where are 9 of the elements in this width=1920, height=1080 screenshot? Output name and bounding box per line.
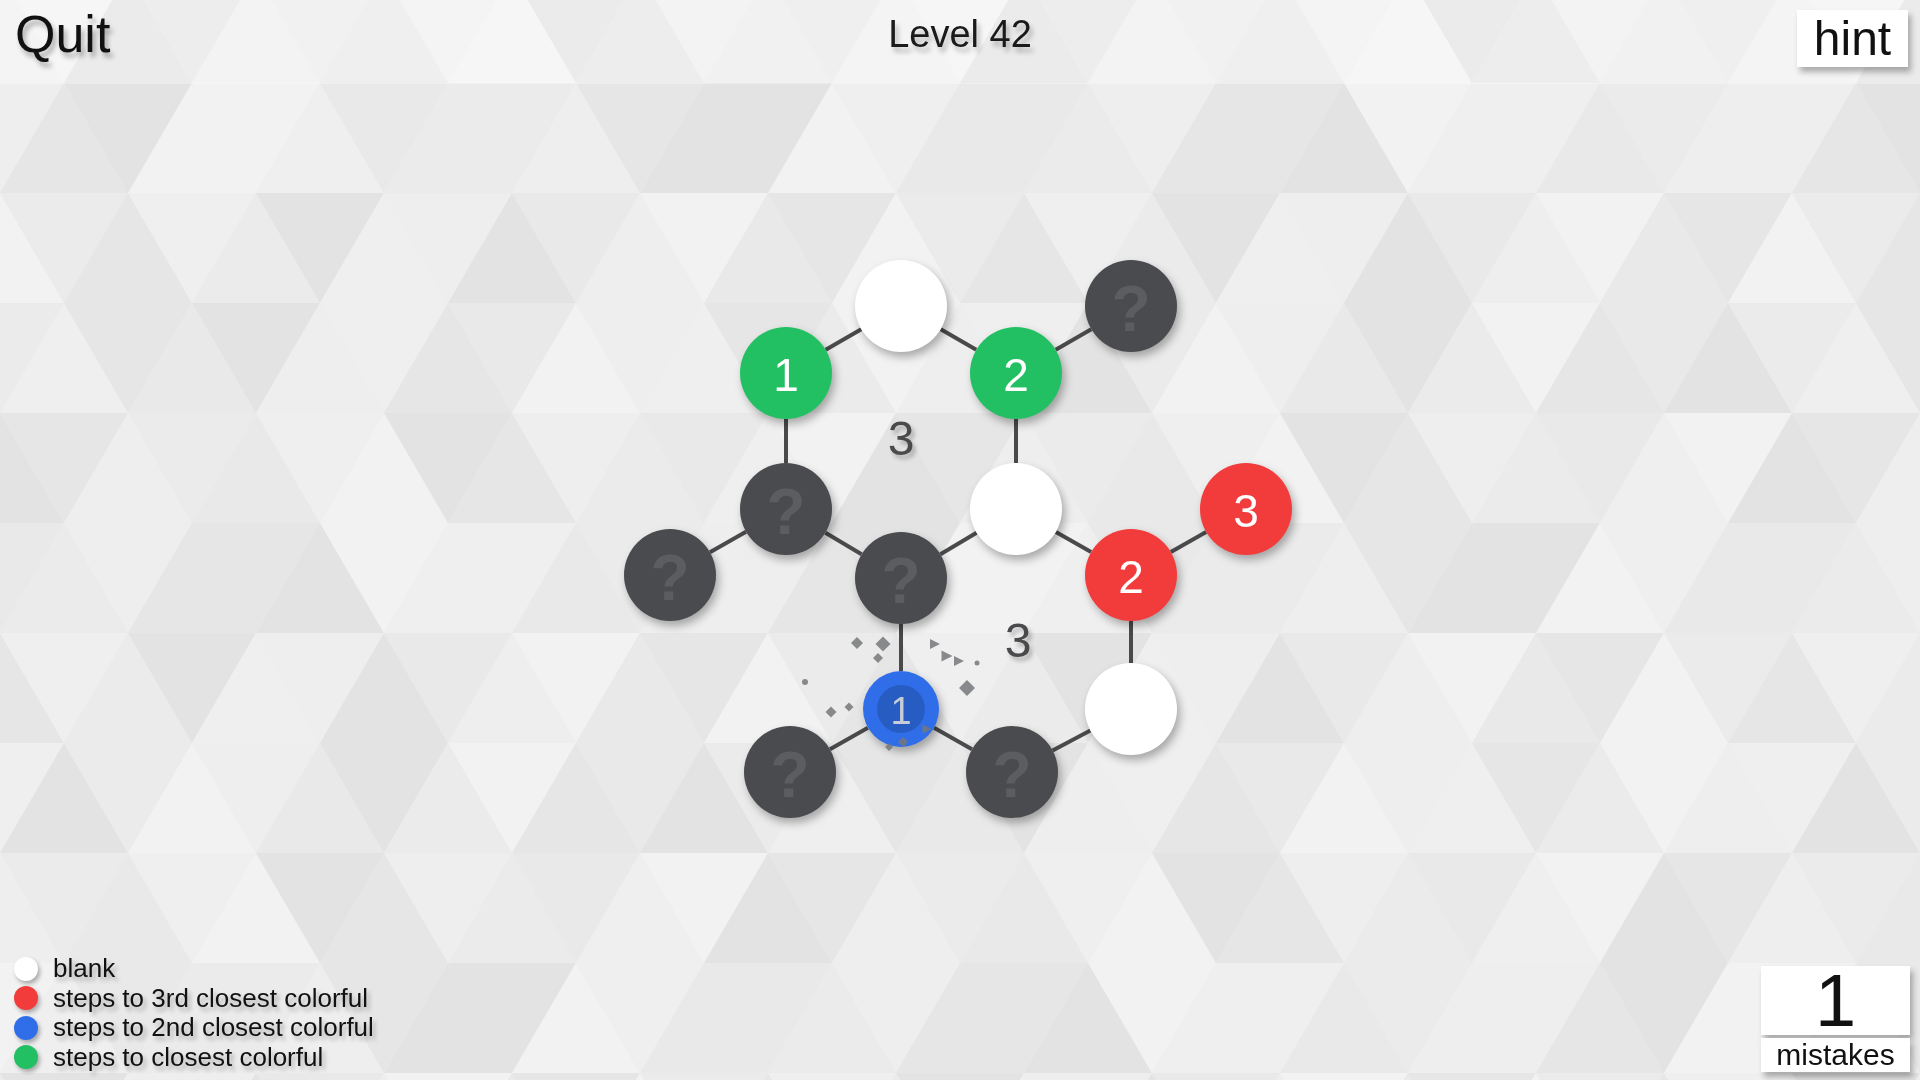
- region-clue: 3: [887, 411, 915, 465]
- level-title: Level 42: [888, 12, 1032, 57]
- mistakes-label: mistakes: [1761, 1038, 1910, 1072]
- legend-label: steps to 3rd closest colorful: [53, 983, 369, 1013]
- legend-label: blank: [53, 954, 116, 984]
- legend-label: steps to closest colorful: [53, 1042, 324, 1072]
- region-clue: 3: [1004, 613, 1032, 667]
- mistake-count: 1: [1761, 966, 1910, 1035]
- legend-label: steps to 2nd closest colorful: [53, 1013, 374, 1043]
